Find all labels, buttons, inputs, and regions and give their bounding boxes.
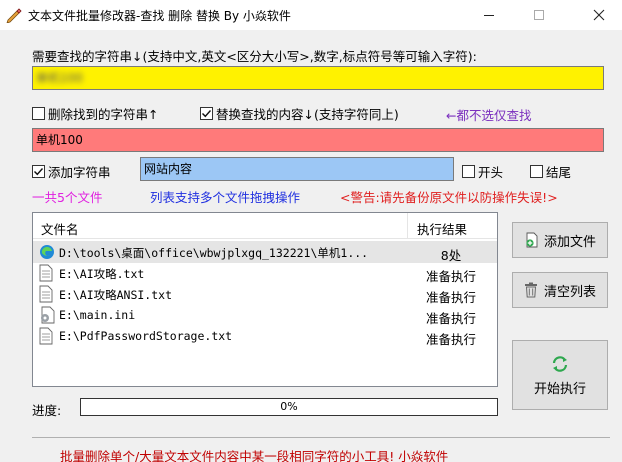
start-execute-button[interactable]: 开始执行 xyxy=(512,340,608,410)
table-row[interactable]: E:\PdfPasswordStorage.txt 准备执行 xyxy=(33,325,497,347)
progress-bar: 0% xyxy=(80,398,498,416)
footer-slogan: 批量删除单个/大量文本文件内容中某一段相同字符的小工具! 小焱软件 xyxy=(60,449,449,462)
text-file-icon xyxy=(39,327,55,345)
search-label: 需要查找的字符串↓(支持中文,英文<区分大小写>,数字,标点符号等可输入字符): xyxy=(32,49,477,64)
add-string-input[interactable]: 网站内容 xyxy=(140,157,454,181)
file-count-text: 一共5个文件 xyxy=(32,190,103,205)
column-header-result[interactable]: 执行结果 xyxy=(417,219,467,238)
replace-input[interactable]: 单机100 xyxy=(32,128,604,152)
file-path: E:\AI攻略ANSI.txt xyxy=(59,288,173,302)
column-divider[interactable] xyxy=(407,213,408,239)
search-input-value: 单机100 xyxy=(36,71,83,85)
trash-icon xyxy=(524,282,537,298)
backup-warning-text: <警告:请先备份原文件以防操作失误!> xyxy=(340,190,558,205)
replace-checkbox-box[interactable] xyxy=(200,107,213,120)
start-position-checkbox[interactable]: 开头 xyxy=(462,162,503,181)
replace-checkbox-label: 替换查找的内容↓(支持字符同上) xyxy=(216,107,399,122)
text-file-icon xyxy=(39,264,55,282)
file-path: E:\PdfPasswordStorage.txt xyxy=(59,329,233,343)
clear-list-button-label: 清空列表 xyxy=(543,284,596,300)
progress-label: 进度: xyxy=(32,403,62,418)
file-path: E:\AI攻略.txt xyxy=(59,267,145,281)
footer-divider xyxy=(32,437,610,438)
file-path: E:\main.ini xyxy=(59,308,136,322)
minimize-button[interactable] xyxy=(466,0,512,30)
start-position-checkbox-box[interactable] xyxy=(462,165,475,178)
start-position-label: 开头 xyxy=(478,165,504,180)
minimize-icon xyxy=(484,15,494,16)
start-execute-button-label: 开始执行 xyxy=(533,381,586,397)
close-icon xyxy=(593,9,605,21)
add-string-checkbox-box[interactable] xyxy=(32,165,45,178)
file-result: 准备执行 xyxy=(425,332,476,347)
refresh-arrows-icon xyxy=(552,355,568,372)
add-string-input-value: 网站内容 xyxy=(144,162,193,176)
clear-list-button[interactable]: 清空列表 xyxy=(512,272,608,308)
text-file-icon xyxy=(39,285,55,303)
column-header-filename[interactable]: 文件名 xyxy=(41,219,79,238)
drag-hint-text: 列表支持多个文件拖拽操作 xyxy=(150,190,301,205)
option-hint: ←都不选仅查找 xyxy=(446,108,532,123)
maximize-icon xyxy=(534,10,544,20)
add-file-icon xyxy=(526,232,538,248)
add-file-button-label: 添加文件 xyxy=(543,234,596,250)
edge-icon xyxy=(39,243,55,261)
window-title: 文本文件批量修改器-查找 删除 替换 By 小焱软件 xyxy=(28,9,291,23)
table-row[interactable]: D:\tools\桌面\office\wbwjplxgq_132221\单机1.… xyxy=(33,241,497,263)
table-row[interactable]: E:\AI攻略ANSI.txt 准备执行 xyxy=(33,283,497,305)
replace-input-value: 单机100 xyxy=(36,133,83,147)
add-string-checkbox[interactable]: 添加字符串 xyxy=(32,162,111,181)
file-list-header: 文件名 执行结果 xyxy=(33,213,497,239)
end-position-checkbox-box[interactable] xyxy=(530,165,543,178)
replace-checkbox[interactable]: 替换查找的内容↓(支持字符同上) xyxy=(200,104,399,123)
file-list[interactable]: 文件名 执行结果 D:\tools\桌面\office\wbwjplxgq_13… xyxy=(32,212,498,387)
end-position-checkbox[interactable]: 结尾 xyxy=(530,162,571,181)
progress-percent: 0% xyxy=(280,400,298,413)
add-string-checkbox-label: 添加字符串 xyxy=(48,165,111,180)
pencil-app-icon xyxy=(6,8,22,23)
end-position-label: 结尾 xyxy=(546,165,572,180)
delete-checkbox-box[interactable] xyxy=(32,107,45,120)
delete-checkbox-label: 删除找到的字符串↑ xyxy=(48,107,159,122)
table-row[interactable]: E:\AI攻略.txt 准备执行 xyxy=(33,262,497,284)
delete-checkbox[interactable]: 删除找到的字符串↑ xyxy=(32,104,158,123)
settings-file-icon xyxy=(39,306,55,324)
title-bar: 文本文件批量修改器-查找 删除 替换 By 小焱软件 xyxy=(0,0,622,30)
maximize-button[interactable] xyxy=(516,0,562,30)
search-input[interactable]: 单机100 xyxy=(32,66,604,90)
add-file-button[interactable]: 添加文件 xyxy=(512,222,608,258)
file-path: D:\tools\桌面\office\wbwjplxgq_132221\单机1.… xyxy=(59,246,369,260)
close-button[interactable] xyxy=(576,0,622,30)
table-row[interactable]: E:\main.ini 准备执行 xyxy=(33,304,497,326)
